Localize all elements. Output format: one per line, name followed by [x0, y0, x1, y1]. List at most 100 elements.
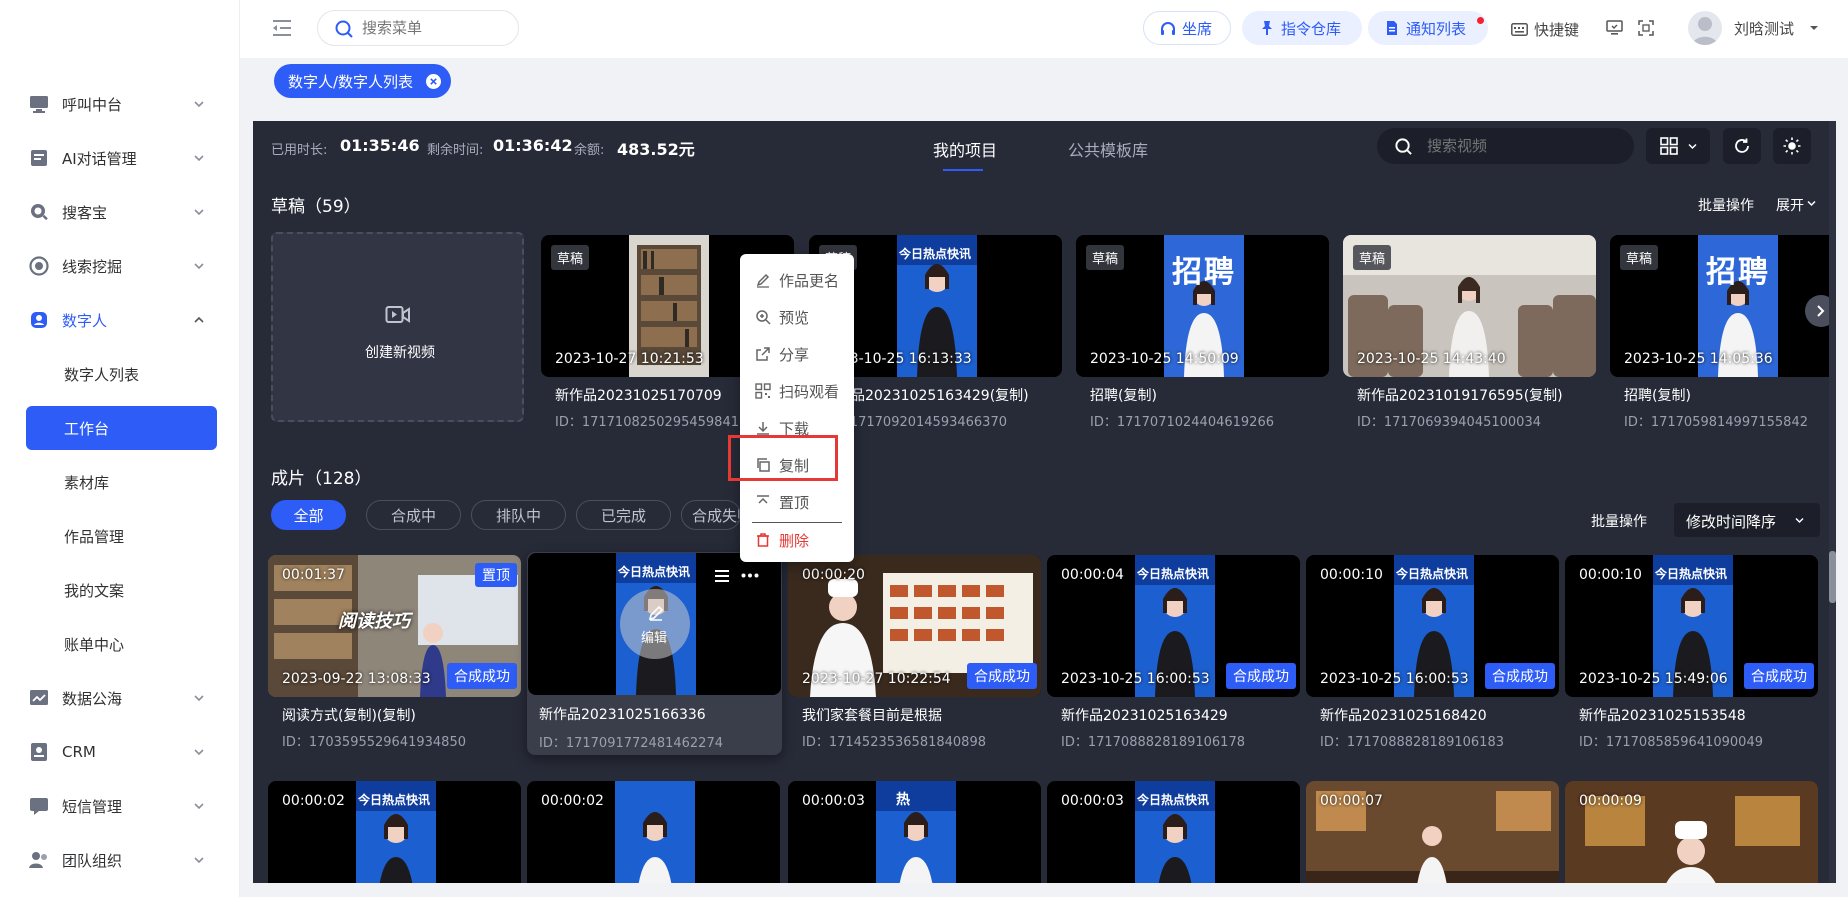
- video-date: 2023-10-25 15:49:06: [1579, 671, 1728, 687]
- layout-toggle-button[interactable]: [1646, 128, 1710, 164]
- menu-item-delete[interactable]: 删除: [740, 524, 854, 556]
- filter-queued[interactable]: 排队中: [471, 500, 566, 530]
- video-duration: 00:00:03: [1061, 793, 1124, 809]
- finished-card-hovered[interactable]: 今日热点快讯 编辑 新作品20231025166336 ID：171709177…: [527, 552, 782, 755]
- finished-thumbnail[interactable]: 热 00:00:03: [788, 781, 1041, 883]
- thumbnail-reading-text: 阅读技巧: [338, 611, 410, 632]
- drafts-batch-button[interactable]: 批量操作: [1698, 195, 1754, 215]
- fullscreen-icon[interactable]: [1638, 20, 1654, 36]
- finished-thumbnail[interactable]: 00:00:02: [527, 781, 780, 883]
- draft-badge: 草稿: [1353, 245, 1392, 270]
- finished-thumbnail[interactable]: 00:00:20 2023-10-27 10:22:54 合成成功: [788, 555, 1041, 697]
- shortcut-button[interactable]: 快捷键: [1511, 19, 1579, 39]
- notification-list-label: 通知列表: [1406, 19, 1467, 38]
- synthesis-success-badge: 合成成功: [1485, 663, 1555, 689]
- sub-item-works-management[interactable]: 作品管理: [26, 514, 217, 558]
- finished-thumbnail[interactable]: 今日热点快讯 00:00:10 2023-10-25 15:49:06 合成成功: [1565, 555, 1818, 697]
- filter-synthesizing[interactable]: 合成中: [366, 500, 461, 530]
- create-video-card[interactable]: 创建新视频: [271, 232, 524, 422]
- chevron-down-icon: [194, 749, 204, 756]
- video-search-box[interactable]: [1377, 128, 1634, 164]
- menu-item-rename[interactable]: 作品更名: [740, 264, 854, 296]
- sort-select[interactable]: 修改时间降序: [1674, 503, 1820, 537]
- nav-item-crm[interactable]: CRM: [0, 726, 240, 778]
- scrollbar-track[interactable]: [1829, 121, 1836, 883]
- caret-down-icon[interactable]: [1808, 22, 1820, 34]
- edit-button[interactable]: 编辑: [620, 589, 690, 659]
- draft-id: ID：1717108250295459841: [555, 415, 739, 430]
- nav-item-search-customer[interactable]: 搜客宝: [0, 186, 240, 238]
- menu-item-label: 删除: [779, 531, 810, 550]
- finished-thumbnail[interactable]: 00:00:07: [1306, 781, 1559, 883]
- draft-thumbnail[interactable]: 草稿 招聘 2023-10-25 14:05:36: [1610, 235, 1836, 377]
- sub-item-my-copy[interactable]: 我的文案: [26, 568, 217, 612]
- qr-code-icon: [755, 383, 771, 399]
- sub-item-digital-human-list[interactable]: 数字人列表: [26, 352, 217, 396]
- sub-item-material-library[interactable]: 素材库: [26, 460, 217, 504]
- menu-item-scan-to-watch[interactable]: 扫码观看: [740, 375, 854, 407]
- theme-toggle-button[interactable]: [1773, 128, 1811, 164]
- nav-label: 短信管理: [62, 797, 123, 816]
- screen-icon[interactable]: [1606, 20, 1623, 36]
- video-date: 2023-10-27 10:22:54: [802, 671, 951, 687]
- draft-id: ID：1717071024404619266: [1090, 415, 1274, 430]
- page-tag-digital-human-list[interactable]: 数字人/数字人列表: [274, 64, 452, 98]
- more-icon[interactable]: [741, 573, 759, 578]
- refresh-button[interactable]: [1723, 128, 1761, 164]
- command-library-button[interactable]: 指令仓库: [1242, 11, 1362, 45]
- trash-icon: [757, 533, 769, 547]
- avatar[interactable]: [1688, 11, 1722, 45]
- nav-item-call-center[interactable]: 呼叫中台: [0, 78, 240, 130]
- thumbnail-news-text: 今日热点快讯: [1137, 793, 1210, 807]
- tab-public-templates[interactable]: 公共模板库: [1068, 137, 1148, 161]
- menu-fold-icon[interactable]: [273, 19, 293, 37]
- nav-item-data-pool[interactable]: 数据公海: [0, 672, 240, 724]
- pin-icon: [1262, 21, 1272, 35]
- finished-thumbnail[interactable]: 今日热点快讯 00:00:03: [1047, 781, 1300, 883]
- pin-badge: 置顶: [475, 563, 517, 587]
- nav-item-team[interactable]: 团队组织: [0, 834, 240, 886]
- sub-item-billing-center[interactable]: 账单中心: [26, 622, 217, 666]
- video-search-input[interactable]: [1427, 135, 1617, 157]
- list-icon[interactable]: [715, 568, 729, 584]
- chevron-down-icon[interactable]: [1806, 198, 1817, 209]
- video-title: 阅读方式(复制)(复制): [282, 708, 416, 724]
- menu-item-pin-top[interactable]: 置顶: [740, 486, 854, 518]
- filter-all[interactable]: 全部: [271, 500, 346, 530]
- nav-item-ai-dialog[interactable]: AI对话管理: [0, 132, 240, 184]
- nav-item-sms[interactable]: 短信管理: [0, 780, 240, 832]
- finished-thumbnail[interactable]: 今日热点快讯 编辑: [528, 553, 781, 695]
- finished-thumbnail[interactable]: 今日热点快讯 00:00:02: [268, 781, 521, 883]
- menu-item-preview[interactable]: 预览: [740, 301, 854, 333]
- filter-failed[interactable]: 合成失败: [681, 500, 741, 530]
- edit-label: 编辑: [641, 631, 668, 646]
- user-name[interactable]: 刘晗测试: [1734, 18, 1794, 39]
- scrollbar-thumb[interactable]: [1829, 551, 1836, 603]
- nav-item-digital-human[interactable]: 数字人: [0, 294, 240, 346]
- finished-thumbnail[interactable]: 今日热点快讯 00:00:10 2023-10-25 16:00:53 合成成功: [1306, 555, 1559, 697]
- finished-batch-button[interactable]: 批量操作: [1591, 511, 1647, 531]
- finished-thumbnail[interactable]: 今日热点快讯 00:00:04 2023-10-25 16:00:53 合成成功: [1047, 555, 1300, 697]
- chevron-down-icon: [194, 263, 204, 270]
- agent-button[interactable]: 坐席: [1143, 11, 1231, 45]
- menu-item-share[interactable]: 分享: [740, 338, 854, 370]
- pin-top-icon: [757, 495, 769, 504]
- thumbnail-news-text: 今日热点快讯: [358, 793, 431, 807]
- finished-thumbnail[interactable]: 00:00:09: [1565, 781, 1818, 883]
- sub-item-label: 工作台: [64, 419, 110, 438]
- menu-search-input[interactable]: [362, 17, 507, 39]
- draft-thumbnail[interactable]: 草稿 2023-10-25 14:43:40: [1343, 235, 1596, 377]
- synthesis-success-badge: 合成成功: [967, 663, 1037, 689]
- keyboard-icon: [1511, 22, 1528, 36]
- tab-my-projects[interactable]: 我的项目: [933, 137, 997, 161]
- filter-completed[interactable]: 已完成: [576, 500, 671, 530]
- notification-list-button[interactable]: 通知列表: [1368, 11, 1488, 45]
- menu-search-box[interactable]: [317, 10, 519, 46]
- close-icon[interactable]: [426, 74, 442, 89]
- drafts-expand-button[interactable]: 展开: [1776, 195, 1804, 215]
- nav-item-lead-mining[interactable]: 线索挖掘: [0, 240, 240, 292]
- sub-item-workbench[interactable]: 工作台: [26, 406, 217, 450]
- draft-thumbnail[interactable]: 草稿 招聘 2023-10-25 14:50:09: [1076, 235, 1329, 377]
- finished-thumbnail[interactable]: 00:01:37 置顶 阅读技巧 2023-09-22 13:08:33 合成成…: [268, 555, 521, 697]
- synthesis-success-badge: 合成成功: [1744, 663, 1814, 689]
